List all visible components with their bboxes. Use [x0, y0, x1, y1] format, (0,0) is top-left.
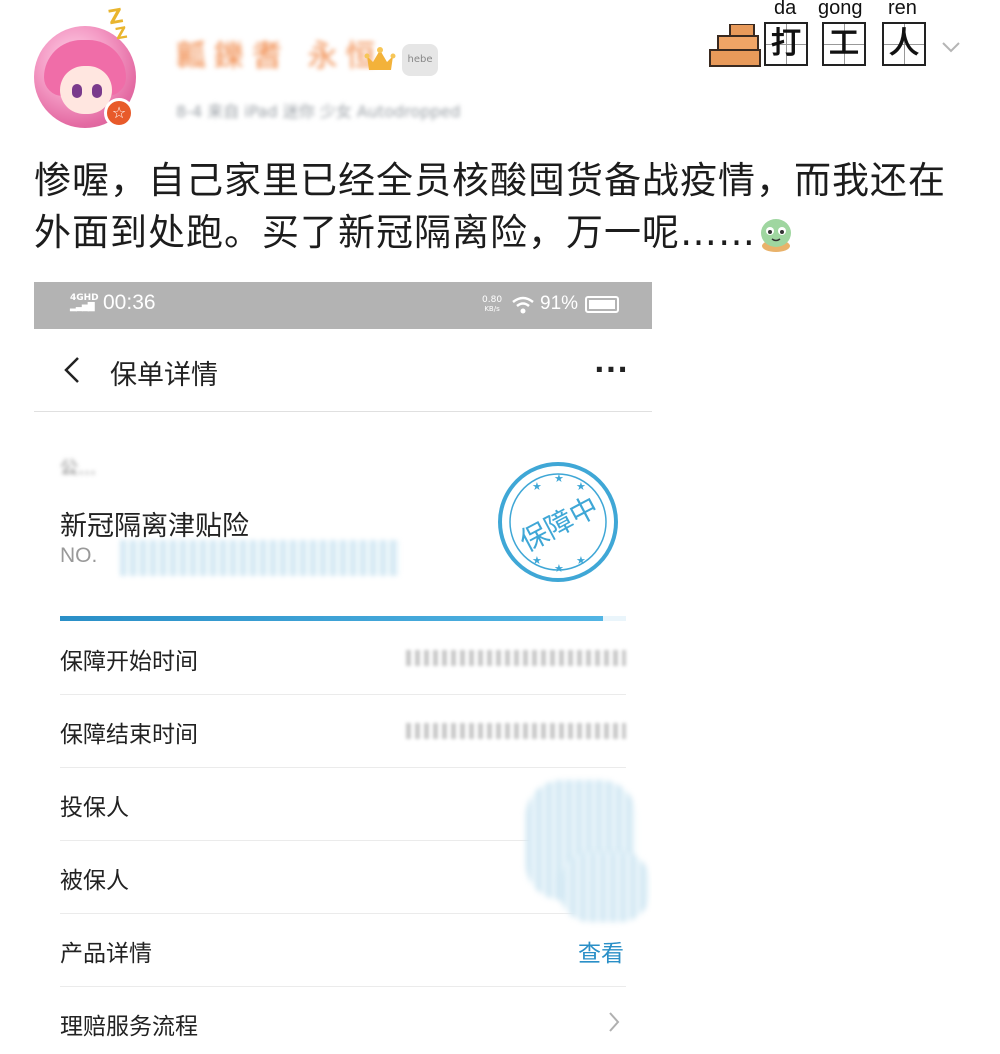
username[interactable]: 瓤鑠耆 永恒	[176, 40, 376, 74]
char-ren: 人	[882, 22, 926, 66]
row-label: 保障开始时间	[60, 649, 198, 675]
row-label: 产品详情	[60, 941, 152, 967]
nav-bar: 保单详情 ···	[34, 329, 652, 412]
row-label: 被保人	[60, 868, 129, 894]
svg-text:★: ★	[576, 554, 586, 567]
stamp-text: 保障中	[514, 490, 604, 559]
product-name: 新冠隔离津贴险	[60, 511, 249, 542]
policy-number-label: NO.	[60, 544, 98, 567]
crown-icon	[364, 47, 396, 70]
row-label: 保障结束时间	[60, 722, 198, 748]
post-meta: 8-4 来自 iPad 迷你 少女 Autodropped	[176, 102, 461, 121]
bricks-icon	[709, 24, 761, 67]
status-bar: 4GHD ▂▃▅▇ 00:36 0.80 KB/s 91%	[34, 282, 652, 329]
signal-icon: 4GHD ▂▃▅▇	[70, 293, 99, 312]
svg-text:★: ★	[554, 562, 564, 575]
masked-value	[406, 723, 626, 739]
vip-badge-icon: hebe	[402, 44, 438, 76]
row-product-details[interactable]: 产品详情 查看	[60, 914, 626, 987]
page-title: 保单详情	[110, 360, 218, 391]
cactus-emoji-icon	[761, 219, 791, 252]
coverage-progress-bar	[60, 616, 626, 621]
chevron-right-icon[interactable]	[608, 1011, 620, 1033]
post-text: 惨喔，自己家里已经全员核酸囤货备战疫情，而我还在外面到处跑。买了新冠隔离险，万一…	[34, 155, 964, 259]
policy-number-masked	[120, 540, 400, 576]
row-start-time: 保障开始时间	[60, 622, 626, 695]
row-end-time: 保障结束时间	[60, 695, 626, 768]
battery-icon	[585, 296, 619, 313]
masked-person-names-2	[560, 852, 650, 922]
masked-holder-name: 公…	[60, 458, 96, 479]
dagongren-sticker: da gong ren 打 工 人	[708, 0, 944, 74]
pinyin-ren: ren	[888, 0, 917, 19]
row-claims-process[interactable]: 理赔服务流程	[60, 987, 626, 1054]
svg-text:★: ★	[554, 472, 564, 485]
post-body: 惨喔，自己家里已经全员核酸囤货备战疫情，而我还在外面到处跑。买了新冠隔离险，万一…	[34, 159, 946, 254]
phone-screenshot[interactable]: 4GHD ▂▃▅▇ 00:36 0.80 KB/s 91% 保单详情 ··· 公……	[34, 282, 652, 1054]
row-label: 理赔服务流程	[60, 1014, 198, 1040]
pinyin-gong: gong	[818, 0, 863, 19]
wifi-icon	[512, 296, 534, 314]
status-time: 00:36	[103, 291, 156, 314]
pinyin-da: da	[774, 0, 797, 19]
char-da: 打	[764, 22, 808, 66]
masked-value	[406, 650, 626, 666]
back-arrow-icon[interactable]	[62, 355, 82, 385]
svg-text:★: ★	[532, 480, 542, 493]
view-details-link[interactable]: 查看	[578, 934, 624, 968]
network-speed: 0.80 KB/s	[482, 295, 503, 314]
row-label: 投保人	[60, 795, 129, 821]
char-gong: 工	[822, 22, 866, 66]
coverage-active-stamp: ★★★ ★★★ 保障中	[498, 462, 618, 582]
verified-badge-icon: ☆	[104, 98, 134, 128]
battery-percent: 91%	[540, 293, 579, 314]
chevron-down-icon[interactable]	[940, 36, 962, 58]
more-menu-icon[interactable]: ···	[594, 353, 629, 386]
